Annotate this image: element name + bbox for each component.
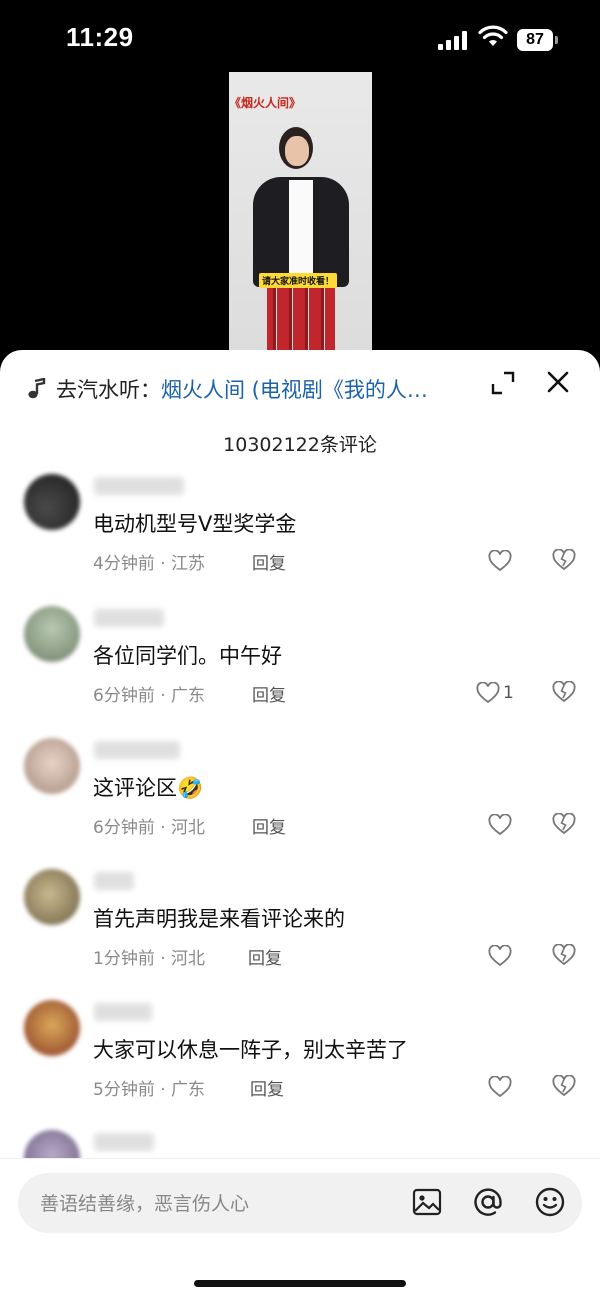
heart-icon: [476, 682, 500, 704]
video-caption: 请大家准时收看！: [259, 273, 338, 288]
at-icon[interactable]: [471, 1185, 505, 1219]
comment-meta: 6分钟前 · 河北: [93, 818, 206, 838]
battery-tip: [555, 36, 558, 44]
like-button[interactable]: [488, 1075, 515, 1099]
close-icon[interactable]: [542, 366, 574, 398]
reply-button[interactable]: 回复: [250, 1075, 284, 1100]
username-blurred[interactable]: [94, 741, 180, 759]
music-link-title: 烟火人间 (电视剧《我的人…: [161, 378, 428, 402]
comment-input-bar: 善语结善缘，恶言伤人心: [0, 1158, 600, 1298]
like-button[interactable]: [488, 813, 515, 837]
heart-icon: [488, 814, 512, 836]
username-blurred[interactable]: [94, 609, 164, 627]
status-time: 11:29: [66, 22, 134, 52]
reply-button[interactable]: 回复: [252, 549, 286, 574]
comment-meta: 1分钟前 · 河北: [93, 949, 206, 969]
like-count: 1: [503, 683, 514, 703]
comment-text: 这评论区🤣: [93, 776, 204, 800]
music-link[interactable]: 去汽水听： 烟火人间 (电视剧《我的人…: [26, 372, 486, 406]
like-button[interactable]: [488, 944, 515, 968]
username-blurred[interactable]: [94, 477, 184, 495]
broken-heart-icon[interactable]: [552, 944, 576, 966]
comment-meta: 4分钟前 · 江苏: [93, 554, 206, 574]
video-player[interactable]: 《烟火人间》 请大家准时收看！: [229, 72, 372, 357]
comment-item: 首先声明我是来看评论来的 1分钟前 · 河北 回复: [0, 869, 600, 989]
comment-meta: 6分钟前 · 广东: [93, 686, 206, 706]
broken-heart-icon[interactable]: [552, 681, 576, 703]
avatar[interactable]: [24, 474, 80, 530]
comment-item: 大家可以休息一阵子，别太辛苦了 5分钟前 · 广东 回复: [0, 1000, 600, 1120]
like-button[interactable]: [488, 549, 515, 573]
video-person-pants: [267, 282, 335, 357]
music-link-prefix: 去汽水听：: [56, 378, 161, 402]
like-button[interactable]: 1: [476, 681, 514, 705]
comment-text: 各位同学们。中午好: [93, 644, 282, 668]
username-blurred[interactable]: [94, 1003, 152, 1021]
comment-item: 这评论区🤣 6分钟前 · 河北 回复: [0, 738, 600, 858]
heart-icon: [488, 945, 512, 967]
comment-text: 大家可以休息一阵子，别太辛苦了: [93, 1038, 408, 1062]
battery-indicator: 87: [517, 29, 553, 51]
username-blurred[interactable]: [94, 1133, 154, 1151]
comments-sheet: 去汽水听： 烟火人间 (电视剧《我的人… 10302122条评论 电动机型号V型…: [0, 350, 600, 1298]
avatar[interactable]: [24, 1000, 80, 1056]
reply-button[interactable]: 回复: [248, 944, 282, 969]
comment-input-placeholder: 善语结善缘，恶言伤人心: [40, 1193, 250, 1215]
avatar[interactable]: [24, 738, 80, 794]
comment-text: 首先声明我是来看评论来的: [93, 907, 345, 931]
comment-item: 电动机型号V型奖学金 4分钟前 · 江苏 回复: [0, 474, 600, 594]
broken-heart-icon[interactable]: [552, 813, 576, 835]
comment-text: 电动机型号V型奖学金: [93, 512, 297, 536]
avatar[interactable]: [24, 869, 80, 925]
video-title-overlay: 《烟火人间》: [229, 96, 302, 110]
emoji-icon[interactable]: [533, 1185, 567, 1219]
expand-icon[interactable]: [488, 368, 518, 398]
broken-heart-icon[interactable]: [552, 1075, 576, 1097]
comment-item: 各位同学们。中午好 6分钟前 · 广东 回复 1: [0, 606, 600, 726]
comment-input[interactable]: 善语结善缘，恶言伤人心: [18, 1173, 582, 1233]
music-note-icon: [28, 378, 46, 399]
home-indicator[interactable]: [194, 1280, 406, 1287]
video-person-shirt: [289, 180, 313, 280]
reply-button[interactable]: 回复: [252, 813, 286, 838]
comment-count: 10302122条评论: [223, 434, 377, 456]
heart-icon: [488, 1076, 512, 1098]
avatar[interactable]: [24, 606, 80, 662]
wifi-icon: [478, 25, 508, 46]
reply-button[interactable]: 回复: [252, 681, 286, 706]
username-blurred[interactable]: [94, 872, 134, 890]
comment-meta: 5分钟前 · 广东: [93, 1080, 206, 1100]
heart-icon: [488, 550, 512, 572]
broken-heart-icon[interactable]: [552, 549, 576, 571]
status-bar: 11:29 87: [0, 0, 600, 80]
cellular-signal-icon: [438, 30, 468, 50]
video-person-face: [285, 136, 309, 166]
image-icon[interactable]: [410, 1185, 444, 1219]
